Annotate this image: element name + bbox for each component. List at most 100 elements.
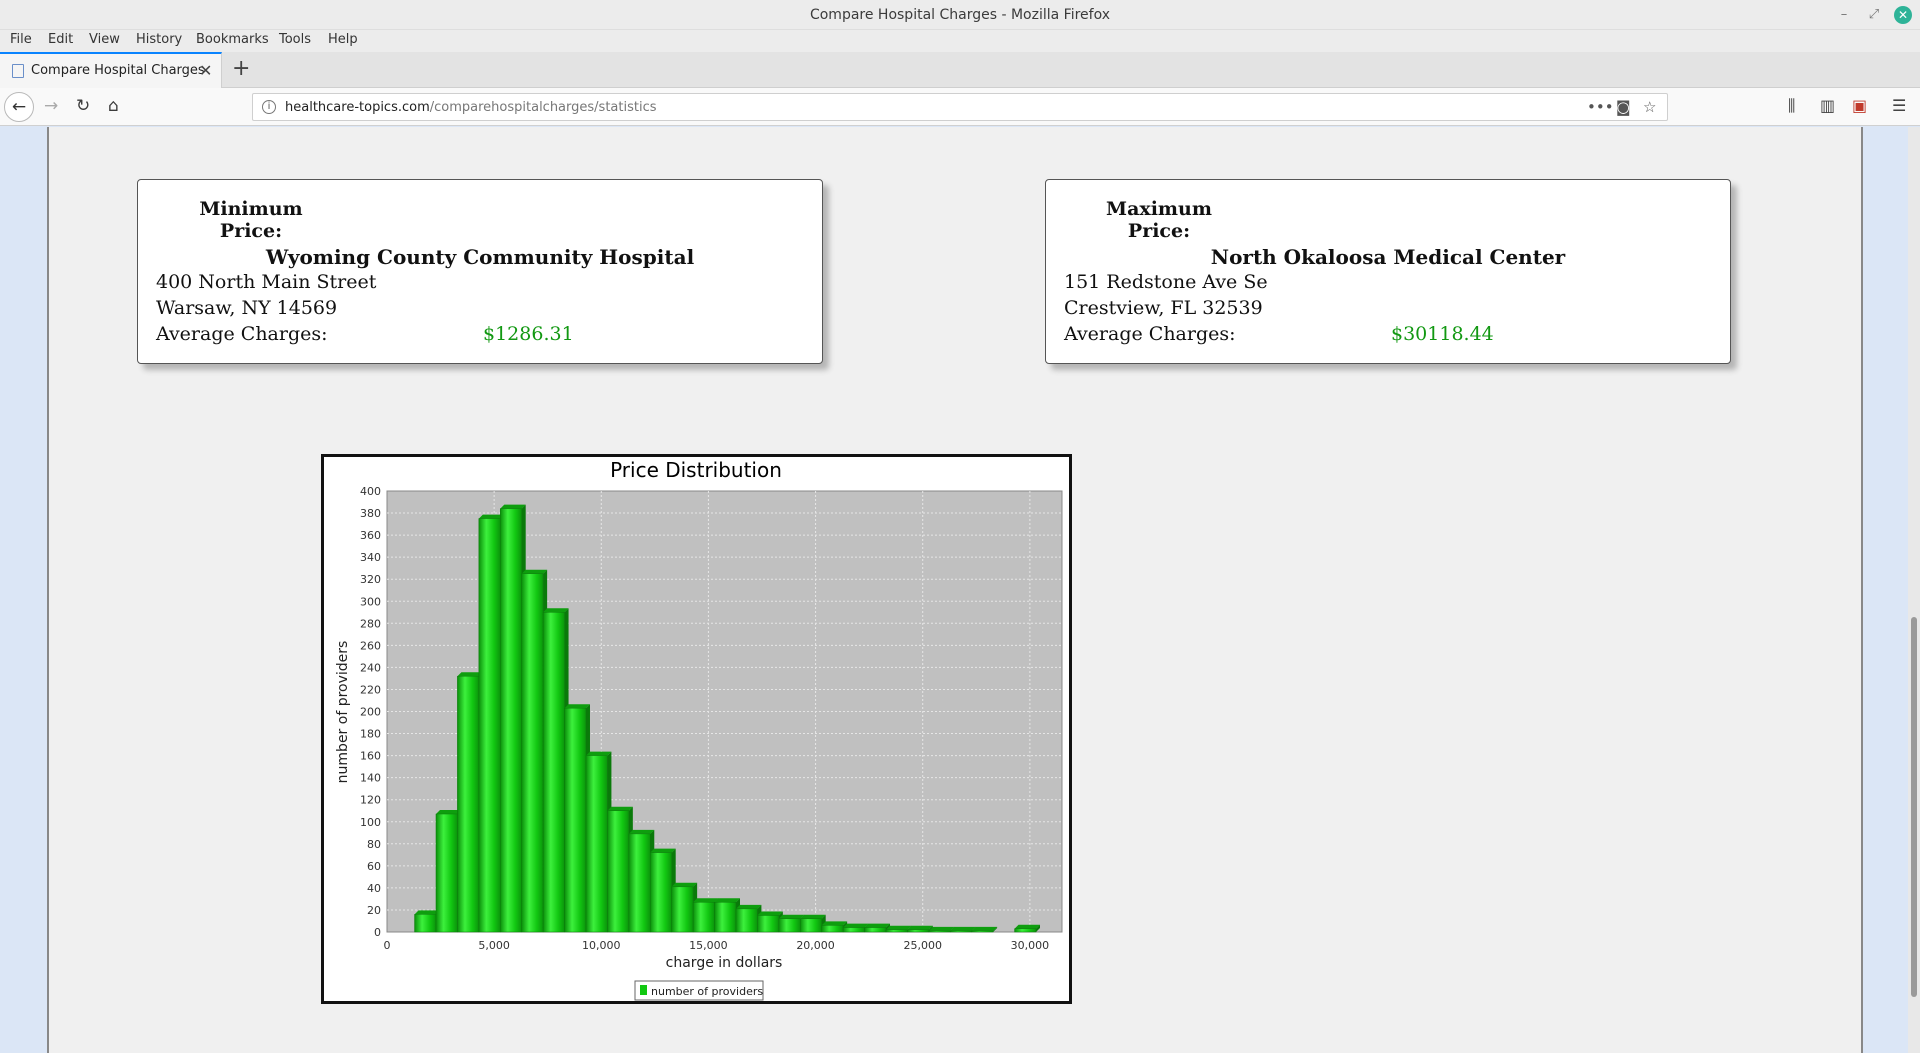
maximum-price-card: Maximum Price: North Okaloosa Medical Ce…	[1045, 179, 1731, 364]
y-tick-label: 200	[360, 706, 381, 719]
bar-face	[842, 927, 865, 933]
bar-top	[885, 925, 912, 930]
max-city-line: Crestview, FL 32539	[1064, 297, 1263, 319]
min-city-line: Warsaw, NY 14569	[156, 297, 338, 319]
histogram-bar	[1014, 924, 1040, 933]
bar-top	[564, 704, 590, 709]
bar-face	[885, 929, 908, 933]
library-icon[interactable]: ⫼	[1788, 96, 1795, 116]
reload-icon[interactable]: ↻	[76, 96, 90, 116]
url-path: /comparehospitalcharges/statistics	[429, 100, 657, 115]
bar-face	[628, 833, 651, 933]
sidebar-icon[interactable]: ▥	[1820, 96, 1835, 115]
y-tick-label: 140	[360, 772, 381, 785]
home-icon[interactable]: ⌂	[108, 96, 119, 116]
chart-svg: Price Distribution 0 20 40 60 80 100 120 140 160…	[335, 458, 1063, 1001]
min-hospital-name: Wyoming County Community Hospital	[265, 245, 695, 269]
histogram-bar	[971, 926, 998, 933]
bar-face	[757, 915, 780, 933]
bar-top	[778, 914, 805, 919]
bar-face	[778, 918, 801, 933]
x-tick-label: 20,000	[796, 939, 835, 952]
browser-window: Compare Hospital Charges - Mozilla Firef…	[0, 0, 1920, 1053]
menu-history[interactable]: History	[136, 32, 182, 47]
price-distribution-chart: Price Distribution 0 20 40 60 80 100 120 140 160…	[321, 454, 1072, 1004]
url-domain: healthcare-topics.com	[285, 100, 430, 115]
x-tick-label: 0	[384, 939, 391, 952]
legend: number of providers	[634, 980, 764, 1001]
y-tick-label: 40	[367, 882, 381, 895]
pocket-icon[interactable]: ◙	[1616, 98, 1631, 116]
bar-top	[821, 921, 848, 926]
y-tick-label: 280	[360, 617, 381, 630]
bar-top	[735, 904, 762, 909]
maximize-icon[interactable]: ⤢	[1864, 5, 1884, 25]
scrollbar-thumb[interactable]	[1911, 617, 1917, 997]
bar-face	[864, 927, 887, 933]
bar-top	[693, 898, 719, 903]
bar-top	[971, 926, 998, 931]
x-axis-label: charge in dollars	[666, 955, 783, 971]
navigation-bar: ← → ↻ ⌂ i healthcare-topics.com/compareh…	[0, 88, 1920, 126]
y-tick-label: 400	[360, 485, 381, 498]
bar-top	[671, 882, 698, 887]
title-bar: Compare Hospital Charges - Mozilla Firef…	[0, 0, 1920, 30]
bar-face	[607, 810, 630, 933]
bar-face	[650, 852, 672, 933]
bar-face	[714, 901, 737, 933]
max-avg-label: Average Charges:	[1064, 323, 1236, 345]
y-tick-label: 60	[367, 860, 381, 873]
url-bar[interactable]: i healthcare-topics.com/comparehospitalc…	[252, 93, 1668, 121]
min-avg-value: $1286.31	[483, 323, 574, 345]
extension-icon[interactable]: ▣	[1852, 96, 1867, 115]
bar-top	[607, 806, 633, 811]
chart-title: Price Distribution	[610, 458, 782, 482]
bar-face	[735, 908, 758, 933]
page-content: Minimum Price: Wyoming County Community …	[47, 127, 1863, 1053]
menu-help[interactable]: Help	[328, 32, 358, 47]
y-tick-label: 360	[360, 529, 381, 542]
legend-swatch	[640, 985, 647, 995]
menu-bar: File Edit View History Bookmarks Tools H…	[0, 30, 1920, 52]
tab-compare-hospital-charges[interactable]: Compare Hospital Charges ✕	[0, 52, 222, 88]
menu-bookmarks[interactable]: Bookmarks	[196, 32, 269, 47]
close-icon[interactable]: ✕	[1894, 6, 1912, 24]
new-tab-icon[interactable]: +	[232, 56, 250, 81]
hamburger-menu-icon[interactable]: ☰	[1892, 96, 1906, 115]
y-tick-label: 320	[360, 573, 381, 586]
forward-icon[interactable]: →	[44, 96, 58, 116]
menu-file[interactable]: File	[10, 32, 32, 47]
bar-face	[542, 612, 565, 933]
minimize-icon[interactable]: –	[1834, 5, 1854, 25]
bar-face	[521, 573, 544, 933]
max-avg-value: $30118.44	[1391, 323, 1494, 345]
bar-face	[950, 930, 972, 933]
bar-top	[864, 923, 890, 928]
bar-top	[500, 504, 526, 509]
bar-face	[435, 813, 458, 933]
bar-top	[1014, 924, 1040, 929]
y-tick-label: 100	[360, 816, 381, 829]
min-street: 400 North Main Street	[156, 271, 377, 293]
y-tick-labels: 0 20 40 60 80 100 120 140 160 180 200 220 240 260 280 3…	[360, 485, 381, 939]
tab-close-icon[interactable]: ✕	[199, 61, 212, 80]
y-axis-label: number of providers	[335, 641, 351, 784]
vertical-scrollbar[interactable]	[1908, 127, 1920, 1053]
menu-tools[interactable]: Tools	[279, 32, 311, 47]
tab-label: Compare Hospital Charges	[31, 63, 205, 78]
minimum-price-label: Minimum Price:	[199, 198, 303, 242]
menu-edit[interactable]: Edit	[48, 32, 73, 47]
max-street: 151 Redstone Ave Se	[1064, 271, 1268, 293]
min-avg-label: Average Charges:	[156, 323, 328, 345]
bar-top	[950, 926, 976, 931]
menu-view[interactable]: View	[89, 32, 120, 47]
x-tick-label: 5,000	[478, 939, 510, 952]
y-tick-label: 80	[367, 838, 381, 851]
site-info-icon[interactable]: i	[262, 100, 276, 114]
y-tick-label: 340	[360, 551, 381, 564]
y-tick-label: 180	[360, 728, 381, 741]
page-actions-icon[interactable]: •••	[1587, 98, 1614, 116]
back-icon[interactable]: ←	[4, 92, 34, 122]
bar-top	[714, 898, 740, 903]
bookmark-star-icon[interactable]: ☆	[1643, 98, 1656, 116]
